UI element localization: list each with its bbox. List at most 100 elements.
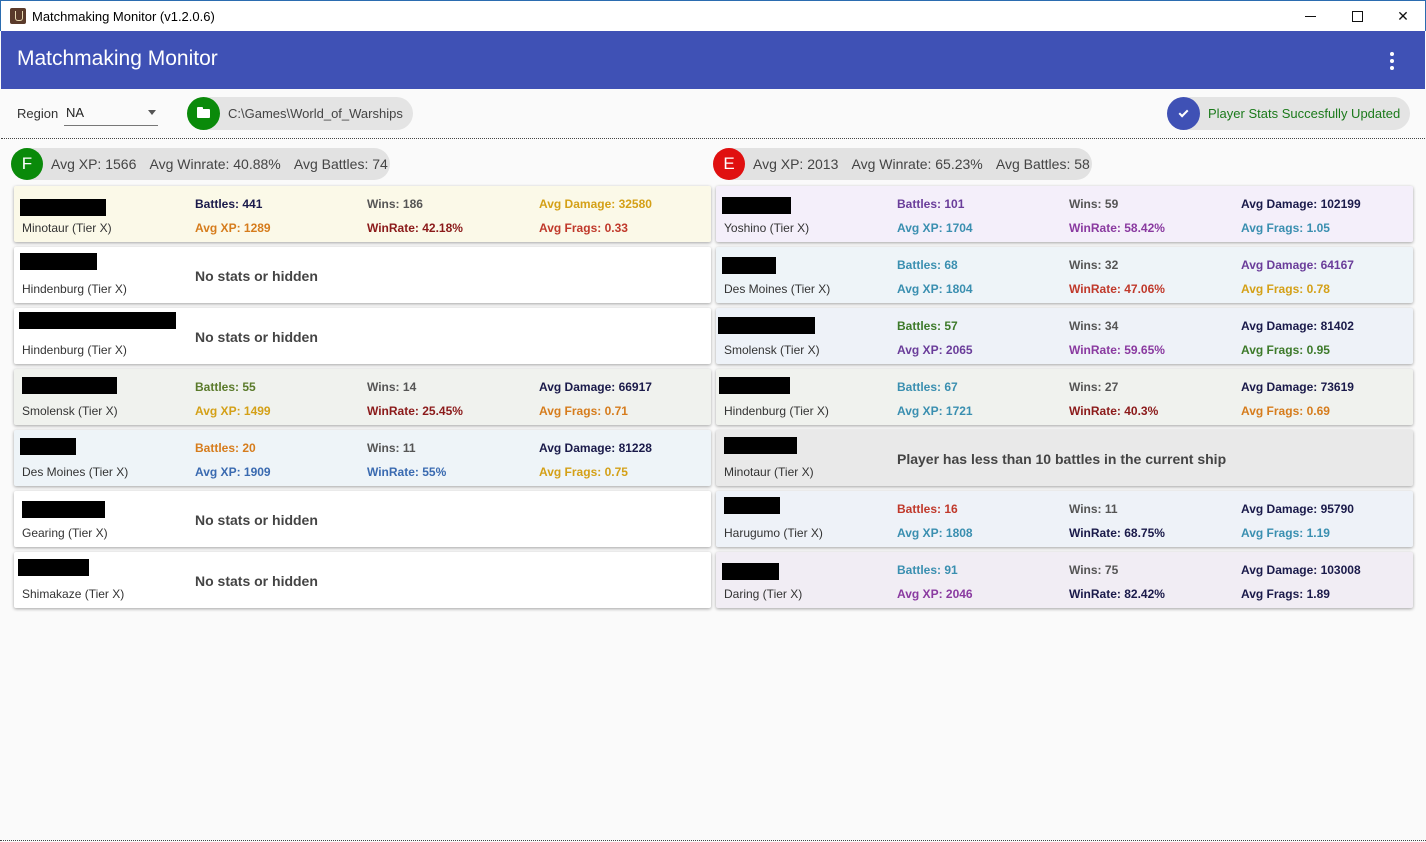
player-row[interactable]: Harugumo (Tier X) Battles: 16 Wins: 11 Avg … xyxy=(716,491,1413,547)
stat-avg-frags: Avg Frags: 1.19 xyxy=(1241,526,1330,540)
stat-avg-frags: Avg Frags: 0.95 xyxy=(1241,343,1330,357)
enemy-avg-xp: Avg XP: 2013 xyxy=(753,156,839,172)
stat-battles: Battles: 20 xyxy=(195,441,256,455)
stat-avg-frags: Avg Frags: 0.69 xyxy=(1241,404,1330,418)
player-row[interactable]: Smolensk (Tier X) Battles: 55 Wins: 14 Avg … xyxy=(14,369,711,425)
stat-avg-damage: Avg Damage: 66917 xyxy=(539,380,652,394)
player-status-message: Player has less than 10 battles in the c… xyxy=(897,451,1227,467)
stat-winrate: WinRate: 42.18% xyxy=(367,221,463,235)
region-select[interactable]: NA xyxy=(64,100,158,126)
status-text: Player Stats Succesfully Updated xyxy=(1208,106,1401,121)
ship-name: Minotaur (Tier X) xyxy=(724,465,814,479)
stat-avg-xp: Avg XP: 1289 xyxy=(195,221,271,235)
ship-name: Yoshino (Tier X) xyxy=(724,221,810,235)
folder-icon xyxy=(197,107,210,118)
stat-winrate: WinRate: 25.45% xyxy=(367,404,463,418)
redacted-player-name xyxy=(20,253,97,270)
player-row[interactable]: Des Moines (Tier X) Battles: 68 Wins: 32 Av… xyxy=(716,247,1413,303)
region-label: Region xyxy=(17,106,59,121)
status-chip: Player Stats Succesfully Updated xyxy=(1167,97,1410,130)
minimize-icon xyxy=(1304,15,1316,17)
player-row[interactable]: Minotaur (Tier X) Player has less than 10… xyxy=(716,430,1413,486)
enemy-avg-winrate: Avg Winrate: 65.23% xyxy=(851,156,983,172)
redacted-player-name xyxy=(19,312,176,329)
toolbar: Region NA C:\Games\World_of_Warships Pla… xyxy=(1,89,1425,139)
player-row[interactable]: Des Moines (Tier X) Battles: 20 Wins: 11 Av… xyxy=(14,430,711,486)
stat-avg-damage: Avg Damage: 64167 xyxy=(1241,258,1354,272)
status-badge xyxy=(1167,97,1200,130)
redacted-player-name xyxy=(718,317,815,334)
stat-winrate: WinRate: 58.42% xyxy=(1069,221,1165,235)
stat-wins: Wins: 32 xyxy=(1069,258,1119,272)
player-row[interactable]: Shimakaze (Tier X) No stats or hidden xyxy=(14,552,711,608)
player-row[interactable]: Gearing (Tier X) No stats or hidden xyxy=(14,491,711,547)
redacted-player-name xyxy=(719,377,790,394)
redacted-player-name xyxy=(20,438,76,455)
player-row[interactable]: Smolensk (Tier X) Battles: 57 Wins: 34 Avg … xyxy=(716,308,1413,364)
friendly-avg-xp: Avg XP: 1566 xyxy=(51,156,137,172)
player-row[interactable]: Hindenburg (Tier X) No stats or hidden xyxy=(14,247,711,303)
folder-button[interactable] xyxy=(187,97,220,130)
redacted-player-name xyxy=(722,563,779,580)
ship-name: Gearing (Tier X) xyxy=(22,526,108,540)
ship-name: Shimakaze (Tier X) xyxy=(22,587,125,601)
window-titlebar: Matchmaking Monitor (v1.2.0.6) ✕ xyxy=(0,0,1426,31)
stat-wins: Wins: 75 xyxy=(1069,563,1119,577)
maximize-icon xyxy=(1351,10,1363,22)
player-row[interactable]: Hindenburg (Tier X) Battles: 67 Wins: 27 Av… xyxy=(716,369,1413,425)
stat-avg-damage: Avg Damage: 95790 xyxy=(1241,502,1354,516)
friendly-team-summary: F Avg XP: 1566 Avg Winrate: 40.88% Avg B… xyxy=(11,148,390,180)
stat-winrate: WinRate: 40.3% xyxy=(1069,404,1159,418)
close-button[interactable]: ✕ xyxy=(1380,1,1426,31)
stat-wins: Wins: 14 xyxy=(367,380,417,394)
player-row[interactable]: Minotaur (Tier X) Battles: 441 Wins: 186 Av… xyxy=(14,186,711,242)
stat-winrate: WinRate: 82.42% xyxy=(1069,587,1165,601)
ship-name: Hindenburg (Tier X) xyxy=(22,343,127,357)
ship-name: Smolensk (Tier X) xyxy=(724,343,820,357)
ship-name: Hindenburg (Tier X) xyxy=(724,404,829,418)
enemy-avg-battles: Avg Battles: 58 xyxy=(995,156,1090,172)
stat-battles: Battles: 16 xyxy=(897,502,958,516)
stat-avg-xp: Avg XP: 1704 xyxy=(897,221,973,235)
minimize-button[interactable] xyxy=(1287,1,1333,31)
enemy-team-summary: E Avg XP: 2013 Avg Winrate: 65.23% Avg B… xyxy=(713,148,1092,180)
stat-wins: Wins: 186 xyxy=(367,197,423,211)
stat-battles: Battles: 55 xyxy=(195,380,256,394)
window-title: Matchmaking Monitor (v1.2.0.6) xyxy=(32,9,215,24)
stat-battles: Battles: 68 xyxy=(897,258,958,272)
region-value: NA xyxy=(66,105,85,120)
player-status-message: No stats or hidden xyxy=(195,268,318,284)
game-path-text: C:\Games\World_of_Warships xyxy=(228,106,403,121)
player-row[interactable]: Yoshino (Tier X) Battles: 101 Wins: 59 Avg … xyxy=(716,186,1413,242)
redacted-player-name xyxy=(724,437,797,454)
stat-avg-frags: Avg Frags: 0.78 xyxy=(1241,282,1330,296)
stat-battles: Battles: 57 xyxy=(897,319,958,333)
player-row[interactable]: Daring (Tier X) Battles: 91 Wins: 75 Avg Da… xyxy=(716,552,1413,608)
stat-avg-xp: Avg XP: 1909 xyxy=(195,465,271,479)
redacted-player-name xyxy=(722,257,776,274)
stat-avg-damage: Avg Damage: 102199 xyxy=(1241,197,1361,211)
player-status-message: No stats or hidden xyxy=(195,329,318,345)
maximize-button[interactable] xyxy=(1334,1,1380,31)
stat-winrate: WinRate: 68.75% xyxy=(1069,526,1165,540)
stat-avg-xp: Avg XP: 1721 xyxy=(897,404,973,418)
close-icon: ✕ xyxy=(1397,7,1409,24)
ship-name: Smolensk (Tier X) xyxy=(22,404,118,418)
friendly-team-badge: F xyxy=(11,148,43,180)
player-row[interactable]: Hindenburg (Tier X) No stats or hidden xyxy=(14,308,711,364)
redacted-player-name xyxy=(22,501,105,518)
game-path-chip[interactable]: C:\Games\World_of_Warships xyxy=(187,97,413,130)
stat-wins: Wins: 11 xyxy=(1069,502,1118,516)
window-bottom-edge xyxy=(0,840,1426,841)
friendly-avg-battles: Avg Battles: 74 xyxy=(293,156,388,172)
stat-avg-damage: Avg Damage: 103008 xyxy=(1241,563,1361,577)
stat-battles: Battles: 441 xyxy=(195,197,263,211)
friendly-avg-winrate: Avg Winrate: 40.88% xyxy=(149,156,281,172)
app-title: Matchmaking Monitor xyxy=(17,47,218,70)
ship-name: Des Moines (Tier X) xyxy=(724,282,831,296)
stat-winrate: WinRate: 59.65% xyxy=(1069,343,1165,357)
more-options-icon[interactable] xyxy=(1382,51,1402,71)
player-status-message: No stats or hidden xyxy=(195,512,318,528)
stat-wins: Wins: 27 xyxy=(1069,380,1119,394)
ship-name: Hindenburg (Tier X) xyxy=(22,282,127,296)
